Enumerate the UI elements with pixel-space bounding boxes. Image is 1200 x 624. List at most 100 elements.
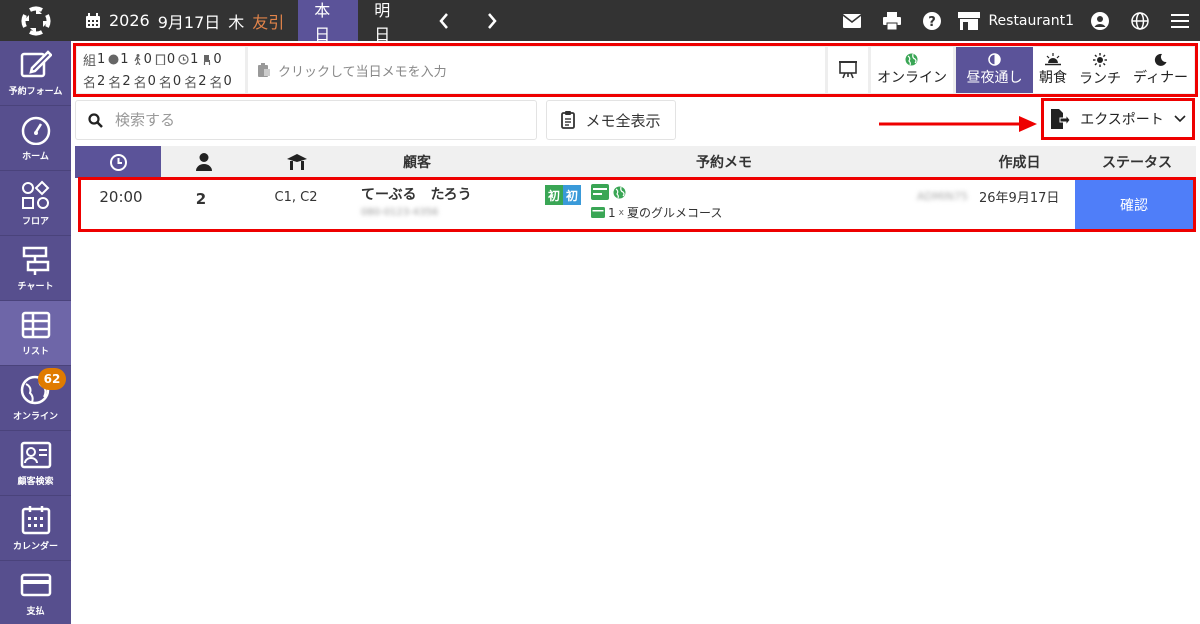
status-button[interactable]: 確認: [1075, 180, 1193, 229]
meal-all-day-label: 昼夜通し: [966, 70, 1023, 86]
customer-cell: てーぶる たろう 080-0123-4356: [351, 180, 545, 229]
search-box[interactable]: [75, 100, 537, 140]
groups-label: 組: [83, 53, 97, 69]
sidebar: 予約フォーム ホーム フロア チャート リスト オンライン 62 顧客検索 カレ…: [0, 41, 71, 624]
tab-tomorrow[interactable]: 明日: [358, 0, 420, 44]
meal-lunch-button[interactable]: ランチ: [1073, 47, 1127, 93]
sidebar-item-home[interactable]: ホーム: [0, 106, 71, 171]
guests-unit: 名: [133, 75, 147, 91]
reservation-counts: 組 1 1 0 0 1 0 名 2 名 2 名 0 名 0 名 2 名 0: [77, 47, 245, 93]
meal-all-day-button[interactable]: 昼夜通し: [955, 47, 1033, 93]
course-card-icon: [591, 207, 605, 218]
calendar-icon: [86, 12, 100, 28]
sidebar-item-label: 支払: [26, 606, 45, 617]
summary-bar: 組 1 1 0 0 1 0 名 2 名 2 名 0 名 0 名 2 名 0 クリ…: [73, 43, 1198, 97]
mail-button[interactable]: [832, 0, 872, 41]
show-all-memos-button[interactable]: メモ全表示: [546, 100, 676, 140]
printer-icon: [883, 11, 902, 30]
table-row[interactable]: 20:00 2 C1, C2 てーぶる たろう 080-0123-4356 初 …: [78, 177, 1196, 232]
sidebar-item-online[interactable]: オンライン 62: [0, 366, 71, 431]
online-count-icon: [108, 54, 119, 64]
sun-icon: [1092, 52, 1107, 67]
menu-button[interactable]: [1160, 0, 1200, 41]
sunrise-icon: [1044, 53, 1061, 66]
online-filter-button[interactable]: オンライン: [870, 47, 953, 93]
sidebar-item-floor[interactable]: フロア: [0, 171, 71, 236]
help-button[interactable]: ?: [912, 0, 952, 41]
chevron-right-icon: [488, 12, 497, 29]
prev-day-button[interactable]: [420, 0, 468, 41]
svg-text:?: ?: [929, 15, 937, 30]
app-logo-icon[interactable]: [0, 0, 71, 41]
sidebar-item-label: 顧客検索: [17, 476, 54, 487]
search-input[interactable]: [115, 111, 495, 129]
memo-cell: 1 x 夏のグルメコース: [591, 180, 917, 229]
date-selector[interactable]: 2026 9月17日 木 友引: [71, 0, 298, 41]
half-moon-icon: [988, 53, 1001, 66]
sidebar-item-chart[interactable]: チャート: [0, 236, 71, 301]
restaurant-name: Restaurant1: [988, 12, 1074, 29]
sidebar-item-label: フロア: [21, 216, 49, 227]
memo-icons: [591, 184, 626, 200]
export-dropdown-button[interactable]: エクスポート: [1041, 98, 1195, 140]
guests-unit: 名: [108, 75, 122, 91]
clipboard-icon: [258, 63, 270, 77]
calendar-icon: [21, 505, 50, 534]
meal-breakfast-button[interactable]: 朝食: [1033, 47, 1073, 93]
guests-column-header[interactable]: [161, 146, 247, 178]
clipboard-count-icon: [155, 53, 165, 65]
sidebar-item-customer-search[interactable]: 顧客検索: [0, 431, 71, 496]
total-guests: 2: [97, 73, 106, 89]
account-button[interactable]: [1080, 0, 1120, 41]
clock-count-icon: [178, 53, 189, 65]
first-visit-tag: 初: [545, 185, 563, 205]
guests-unit: 名: [209, 75, 223, 91]
group-counts-row: 組 1 1 0 0 1 0: [83, 50, 239, 69]
globe-icon: [613, 186, 626, 198]
language-button[interactable]: [1120, 0, 1160, 41]
sidebar-item-calendar[interactable]: カレンダー: [0, 496, 71, 561]
tab-today[interactable]: 本日: [298, 0, 359, 44]
next-day-button[interactable]: [468, 0, 516, 41]
sidebar-item-reservation-form[interactable]: 予約フォーム: [0, 41, 71, 106]
guest-counts-row: 名 2 名 2 名 0 名 0 名 2 名 0: [83, 72, 239, 91]
daily-memo-input[interactable]: クリックして当日メモを入力: [248, 47, 825, 93]
meal-lunch-label: ランチ: [1078, 70, 1121, 87]
memo-column-header[interactable]: 予約メモ: [487, 146, 961, 178]
course-quantity: 1: [608, 205, 616, 220]
print-button[interactable]: [872, 0, 912, 41]
sidebar-item-payment[interactable]: 支払: [0, 561, 71, 624]
course-line: 1 x 夏のグルメコース: [591, 204, 722, 221]
sort-by-time-header[interactable]: [75, 146, 161, 178]
hamburger-icon: [1171, 13, 1189, 28]
guests-unit: 名: [158, 75, 172, 91]
table-column-header[interactable]: [247, 146, 347, 178]
chart-icon: [22, 246, 49, 275]
status-column-header[interactable]: ステータス: [1078, 146, 1196, 178]
customer-name[interactable]: てーぶる たろう: [361, 184, 472, 204]
created-column-header[interactable]: 作成日: [961, 146, 1078, 178]
presentation-button[interactable]: [827, 47, 868, 93]
sidebar-item-label: ホーム: [22, 151, 49, 162]
contact-card-icon: [20, 441, 51, 468]
sidebar-item-list[interactable]: リスト: [0, 301, 71, 366]
person-icon: [196, 153, 212, 171]
course-times-sign: x: [618, 207, 624, 218]
credit-card-icon: [20, 573, 51, 596]
chevron-down-icon: [1174, 115, 1186, 123]
guests-label: 名: [83, 75, 97, 91]
created-date: 26年9月17日: [979, 191, 1060, 206]
restaurant-selector[interactable]: Restaurant1: [952, 0, 1080, 41]
store-icon: [958, 11, 981, 30]
course-name: 夏のグルメコース: [626, 206, 723, 220]
gauge-icon: [21, 116, 50, 145]
created-by-cell: ADMIN75: [917, 180, 979, 229]
payment-card-icon: [591, 184, 609, 200]
sidebar-item-label: 予約フォーム: [8, 86, 63, 97]
meal-dinner-label: ディナー: [1132, 70, 1188, 86]
moon-icon: [1154, 53, 1167, 66]
meal-dinner-button[interactable]: ディナー: [1127, 47, 1194, 93]
sidebar-item-label: オンライン: [12, 411, 58, 422]
customer-column-header[interactable]: 顧客: [347, 146, 487, 178]
export-label: エクスポート: [1080, 112, 1164, 128]
